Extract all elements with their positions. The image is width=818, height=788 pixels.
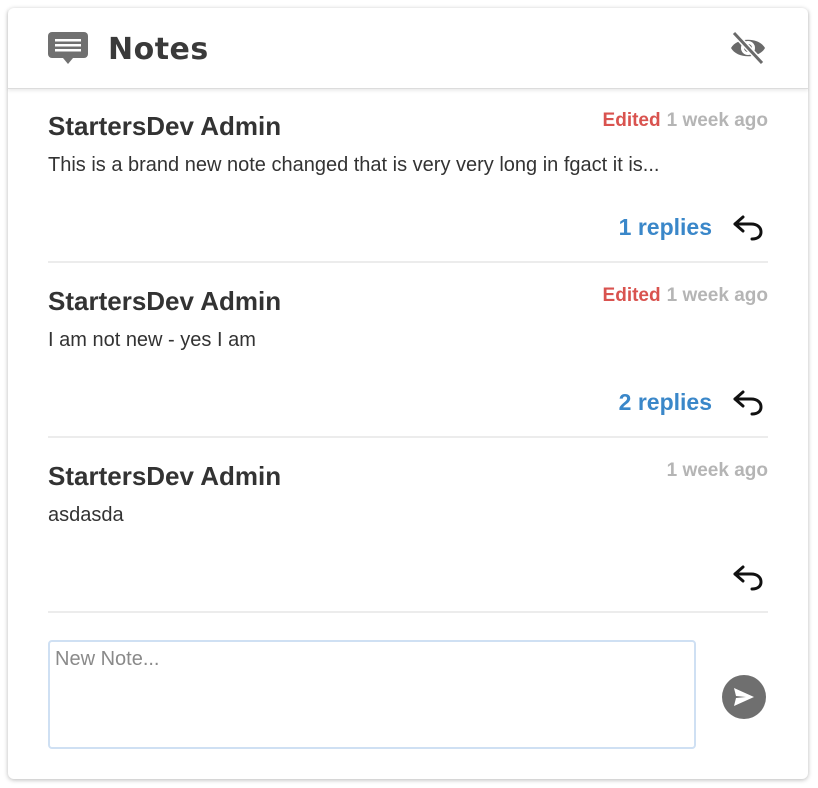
note-timestamp: 1 week ago (666, 460, 768, 481)
note-item: StartersDev Admin Edited 1 week ago I am … (48, 263, 768, 438)
edited-badge: Edited (602, 110, 661, 131)
hide-notes-button[interactable] (728, 28, 768, 68)
reply-button[interactable] (732, 212, 764, 242)
note-author: StartersDev Admin (48, 286, 282, 316)
replies-link[interactable]: 1 replies (619, 212, 712, 242)
note-text: asdasda (48, 504, 124, 526)
note-meta: Edited 1 week ago (603, 284, 768, 308)
notes-panel: Notes StartersDev Admin Edited 1 week ago… (8, 8, 808, 779)
send-icon (734, 688, 754, 706)
note-text: This is a brand new note changed that is… (48, 154, 660, 176)
new-note-input[interactable] (48, 640, 696, 749)
note-meta: 1 week ago (667, 459, 768, 483)
edited-badge: Edited (602, 285, 661, 306)
reply-button[interactable] (732, 562, 764, 592)
note-meta: Edited 1 week ago (603, 109, 768, 133)
notes-header: Notes (8, 8, 808, 89)
reply-arrow-icon (733, 565, 763, 591)
panel-title: Notes (108, 32, 209, 67)
note-text: I am not new - yes I am (48, 329, 256, 351)
reply-button[interactable] (732, 387, 764, 417)
note-composer (48, 640, 768, 750)
reply-arrow-icon (733, 215, 763, 241)
notes-list: StartersDev Admin Edited 1 week ago This … (48, 88, 768, 613)
note-timestamp: 1 week ago (666, 285, 768, 306)
note-author: StartersDev Admin (48, 461, 282, 491)
note-author: StartersDev Admin (48, 111, 282, 141)
note-item: StartersDev Admin 1 week ago asdasda (48, 438, 768, 613)
reply-arrow-icon (733, 390, 763, 416)
send-note-button[interactable] (722, 675, 766, 719)
note-timestamp: 1 week ago (666, 110, 768, 131)
note-item: StartersDev Admin Edited 1 week ago This … (48, 88, 768, 263)
eye-off-icon (731, 30, 765, 66)
replies-link[interactable]: 2 replies (619, 387, 712, 417)
chat-bubble-icon (48, 32, 88, 64)
